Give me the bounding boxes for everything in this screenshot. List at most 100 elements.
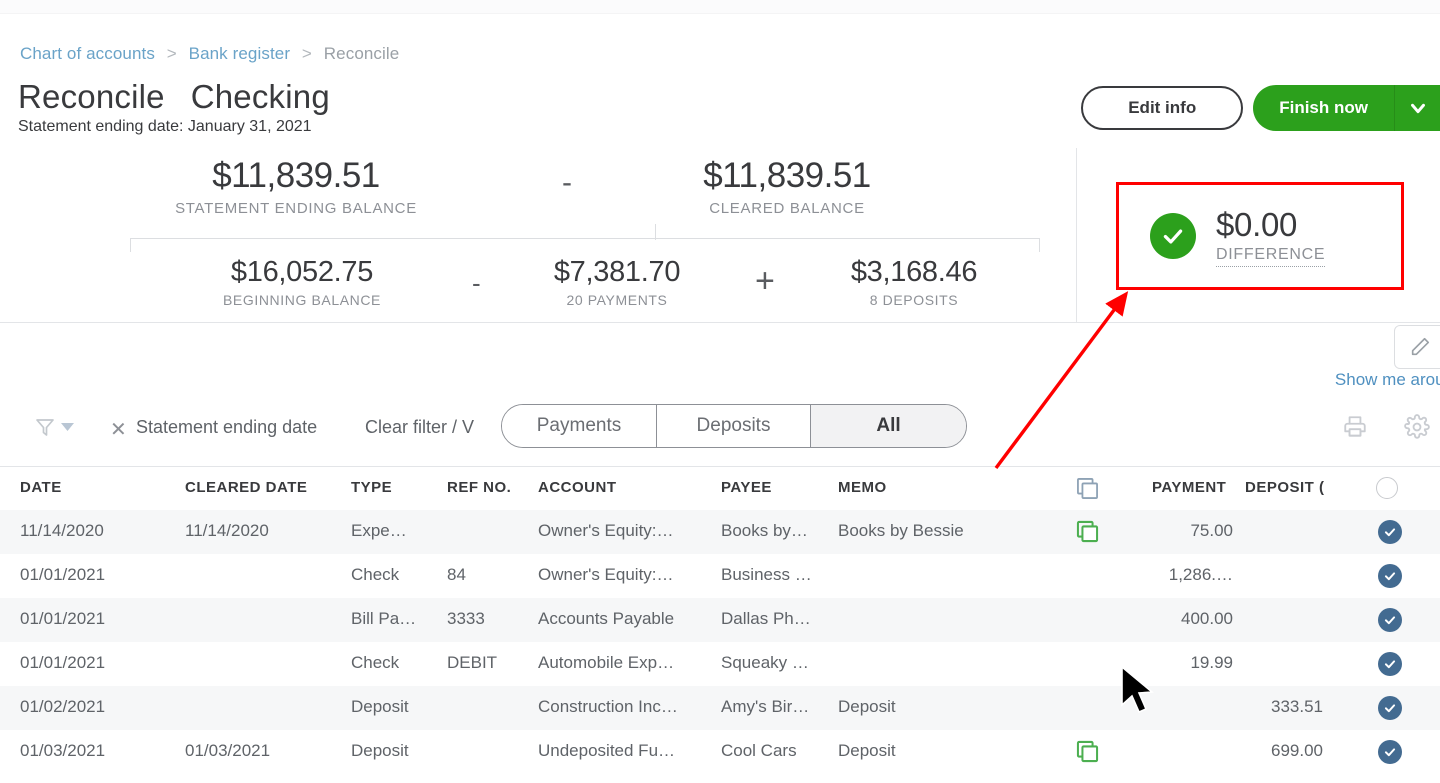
table-row[interactable]: 01/03/2021 01/03/2021 Deposit Undeposited F… [0, 730, 1440, 774]
column-header-date[interactable]: DATE [20, 479, 62, 496]
statement-ending-balance: $11,839.51 STATEMENT ENDING BALANCE [146, 156, 446, 217]
chevron-down-icon[interactable] [1394, 85, 1440, 131]
cleared-checkbox[interactable] [1378, 520, 1402, 544]
cell-type: Deposit [351, 697, 409, 716]
check-filled-icon [1378, 564, 1402, 588]
filter-chip-statement-ending-date[interactable]: Statement ending date [136, 417, 317, 438]
tab-deposits[interactable]: Deposits [657, 405, 811, 447]
statement-ending-balance-label: STATEMENT ENDING BALANCE [175, 200, 417, 217]
clear-filter-chip-close-icon[interactable]: ✕ [110, 417, 127, 442]
cleared-balance-amount: $11,839.51 [703, 156, 871, 195]
page-title-text: Reconcile [18, 78, 165, 115]
column-header-ref-no[interactable]: REF NO. [447, 479, 511, 496]
page-title: Reconcile Checking [18, 78, 330, 116]
cell-ref-no: 84 [447, 565, 466, 584]
breadcrumb-item-chart-of-accounts[interactable]: Chart of accounts [20, 44, 155, 63]
printer-icon[interactable] [1342, 414, 1368, 445]
cleared-checkbox[interactable] [1378, 564, 1402, 588]
table-body: 11/14/2020 11/14/2020 Expe… Owner's Equity:… [0, 510, 1440, 774]
circle-empty-icon [1376, 477, 1398, 499]
beginning-balance-label: BEGINNING BALANCE [222, 292, 381, 308]
column-header-memo[interactable]: MEMO [838, 479, 887, 496]
tab-all[interactable]: All [811, 405, 966, 447]
cell-memo: Books by Bessie [838, 521, 964, 540]
table-row[interactable]: 01/01/2021 Check DEBIT Automobile Exp… Squea… [0, 642, 1440, 686]
cell-payment: 75.00 [1190, 521, 1233, 540]
difference-panel: $0.00 DIFFERENCE [1122, 188, 1400, 284]
table-row[interactable]: 11/14/2020 11/14/2020 Expe… Owner's Equity:… [0, 510, 1440, 554]
check-filled-icon [1378, 740, 1402, 764]
mid-band [0, 323, 1440, 401]
column-header-payment[interactable]: PAYMENT [1152, 479, 1226, 496]
filter-funnel-icon[interactable] [33, 415, 74, 439]
cell-account: Owner's Equity:… [538, 521, 674, 540]
table-row[interactable]: 01/01/2021 Check 84 Owner's Equity:… Busines… [0, 554, 1440, 598]
cell-type: Check [351, 565, 400, 584]
check-filled-icon [1378, 520, 1402, 544]
breadcrumb-item-reconcile: Reconcile [323, 44, 400, 63]
check-circle-icon [1150, 213, 1196, 259]
cell-account: Construction Inc… [538, 697, 678, 716]
cell-account: Owner's Equity:… [538, 565, 674, 584]
attachment-icon[interactable] [1074, 738, 1101, 770]
summary-operator-minus-top: - [562, 166, 572, 199]
cell-memo: Deposit [838, 741, 896, 760]
cleared-checkbox[interactable] [1378, 652, 1402, 676]
table-tool-icons [1342, 414, 1430, 445]
transaction-type-tabs: Payments Deposits All [501, 404, 967, 448]
top-strip [0, 0, 1440, 14]
cell-date: 01/01/2021 [20, 653, 106, 672]
deposits-total-amount: $3,168.46 [850, 256, 978, 288]
column-header-account[interactable]: ACCOUNT [538, 479, 617, 496]
table-header-row: DATE CLEARED DATE TYPE REF NO. ACCOUNT P… [0, 466, 1440, 510]
edit-pencil-icon[interactable] [1394, 325, 1440, 369]
summary-bracket [130, 238, 1040, 252]
cell-payment: 400.00 [1181, 609, 1233, 628]
check-filled-icon [1378, 696, 1402, 720]
breadcrumb-separator: > [301, 44, 312, 63]
check-filled-icon [1378, 652, 1402, 676]
cell-type: Bill Pa… [351, 609, 417, 628]
column-header-payee[interactable]: PAYEE [721, 479, 772, 496]
breadcrumb-item-bank-register[interactable]: Bank register [189, 44, 290, 63]
column-header-type[interactable]: TYPE [351, 479, 392, 496]
summary-bracket-stem [655, 224, 656, 240]
payments-total-amount: $7,381.70 [553, 256, 681, 288]
table-row[interactable]: 01/01/2021 Bill Pa… 3333 Accounts Payable Da… [0, 598, 1440, 642]
finish-now-button[interactable]: Finish now [1253, 85, 1394, 131]
clear-filter-link[interactable]: Clear filter / V [365, 417, 474, 438]
summary-bottom-row: $16,052.75 BEGINNING BALANCE - $7,381.70… [0, 256, 1076, 318]
difference-label: DIFFERENCE [1216, 246, 1326, 267]
statement-ending-balance-amount: $11,839.51 [212, 156, 380, 195]
summary-top-row: $11,839.51 STATEMENT ENDING BALANCE - $1… [0, 148, 1076, 226]
edit-info-button[interactable]: Edit info [1081, 86, 1244, 130]
show-me-around-link[interactable]: Show me aroun [1335, 370, 1440, 390]
difference-amount: $0.00 [1216, 205, 1298, 243]
column-header-deposit[interactable]: DEPOSIT ( [1245, 479, 1325, 496]
reconcile-page: Chart of accounts > Bank register > Reco… [0, 0, 1440, 783]
cleared-checkbox[interactable] [1378, 740, 1402, 764]
gear-icon[interactable] [1404, 414, 1430, 445]
cell-account: Accounts Payable [538, 609, 675, 628]
select-all-checkbox[interactable] [1376, 477, 1398, 499]
cell-deposit: 699.00 [1271, 741, 1323, 760]
cell-payee: Amy's Bir… [721, 697, 810, 716]
cell-payee: Business … [721, 565, 812, 584]
transactions-table: DATE CLEARED DATE TYPE REF NO. ACCOUNT P… [0, 466, 1440, 774]
header-actions: Edit info Finish now [1081, 85, 1440, 131]
cell-payment: 1,286.… [1168, 565, 1233, 584]
cleared-checkbox[interactable] [1378, 696, 1402, 720]
tab-payments[interactable]: Payments [502, 405, 657, 447]
deposits-total-label: 8 DEPOSITS [869, 292, 959, 308]
column-header-cleared-date[interactable]: CLEARED DATE [185, 479, 307, 496]
cleared-checkbox[interactable] [1378, 608, 1402, 632]
deposits-total: $3,168.46 8 DEPOSITS [764, 256, 1064, 308]
cell-date: 01/01/2021 [20, 609, 106, 628]
cell-deposit: 333.51 [1271, 697, 1323, 716]
cell-payee: Cool Cars [721, 741, 797, 760]
table-row[interactable]: 01/02/2021 Deposit Construction Inc… Amy's … [0, 686, 1440, 730]
breadcrumb: Chart of accounts > Bank register > Reco… [20, 44, 399, 64]
cell-cleared-date: 11/14/2020 [185, 521, 269, 540]
cleared-balance: $11,839.51 CLEARED BALANCE [637, 156, 937, 217]
payments-total-label: 20 PAYMENTS [566, 292, 668, 308]
